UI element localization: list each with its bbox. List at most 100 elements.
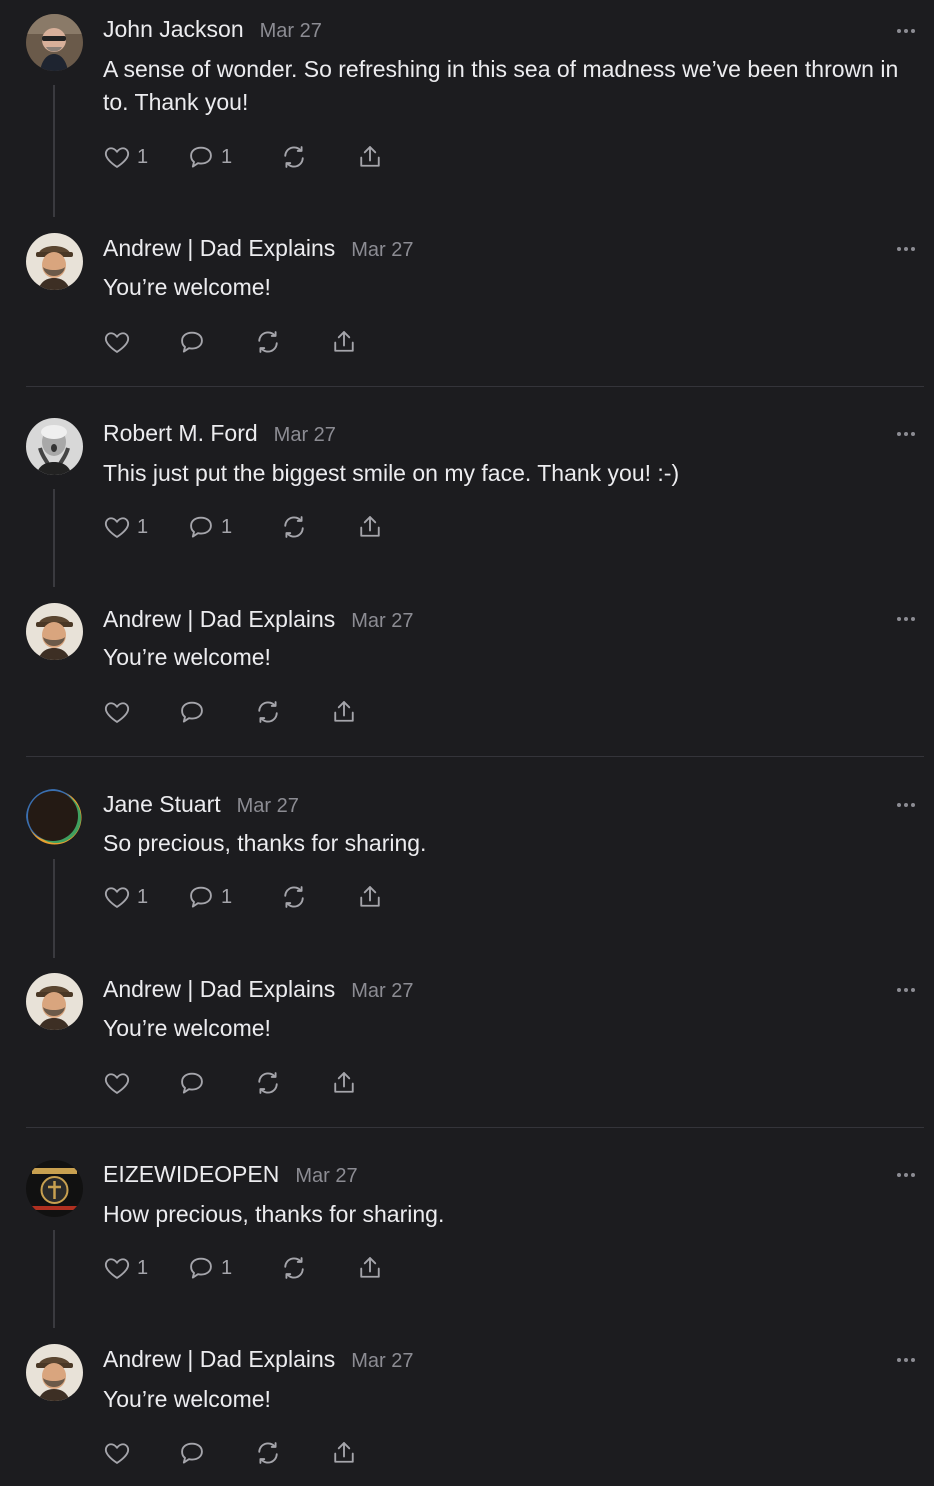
restack-button[interactable]	[280, 512, 308, 542]
avatar[interactable]	[26, 418, 83, 475]
more-icon[interactable]	[894, 1355, 918, 1365]
comment-date[interactable]: Mar 27	[295, 1165, 357, 1188]
avatar[interactable]	[26, 14, 83, 71]
like-count: 1	[137, 145, 149, 168]
share-button[interactable]	[330, 327, 358, 357]
author-name[interactable]: Andrew | Dad Explains	[103, 606, 335, 633]
reply-button[interactable]: 1	[187, 142, 232, 172]
thread-line	[53, 489, 55, 587]
share-icon	[330, 328, 358, 356]
more-icon[interactable]	[894, 26, 918, 36]
restack-icon	[280, 883, 308, 911]
share-icon	[330, 1069, 358, 1097]
avatar[interactable]	[26, 973, 83, 1030]
comment-date[interactable]: Mar 27	[237, 795, 299, 818]
share-button[interactable]	[330, 1068, 358, 1098]
comment-icon	[178, 1439, 206, 1467]
share-icon	[356, 1254, 384, 1282]
author-name[interactable]: John Jackson	[103, 16, 244, 43]
restack-button[interactable]	[280, 142, 308, 172]
author-name[interactable]: EIZEWIDEOPEN	[103, 1161, 279, 1188]
thread-line	[53, 85, 55, 217]
restack-button[interactable]	[280, 882, 308, 912]
like-button[interactable]: 1	[103, 882, 148, 912]
share-button[interactable]	[356, 882, 384, 912]
share-icon	[356, 513, 384, 541]
avatar[interactable]	[26, 1160, 83, 1217]
more-icon[interactable]	[894, 614, 918, 624]
share-icon	[356, 143, 384, 171]
reply-count: 1	[221, 885, 233, 908]
comment-date[interactable]: Mar 27	[351, 1350, 413, 1373]
like-button[interactable]	[103, 1438, 131, 1468]
share-icon	[330, 1439, 358, 1467]
more-icon[interactable]	[894, 429, 918, 439]
heart-icon	[103, 698, 131, 726]
thread-divider	[26, 756, 924, 757]
reply-button[interactable]: 1	[187, 1253, 232, 1283]
reply-button[interactable]: 1	[187, 882, 232, 912]
reply-button[interactable]	[178, 1068, 206, 1098]
thread-line	[53, 859, 55, 958]
share-button[interactable]	[356, 1253, 384, 1283]
avatar[interactable]	[26, 233, 83, 290]
comment-text: You’re welcome!	[103, 1386, 271, 1412]
comment-date[interactable]: Mar 27	[260, 20, 322, 43]
comment-date[interactable]: Mar 27	[351, 610, 413, 633]
thread-divider	[26, 386, 924, 387]
avatar[interactable]	[26, 603, 83, 660]
comment-text: So precious, thanks for sharing.	[103, 830, 427, 856]
restack-button[interactable]	[254, 1438, 282, 1468]
comment-icon	[178, 698, 206, 726]
author-name[interactable]: Andrew | Dad Explains	[103, 976, 335, 1003]
thread-divider	[26, 1127, 924, 1128]
like-button[interactable]: 1	[103, 512, 148, 542]
restack-icon	[254, 328, 282, 356]
like-count: 1	[137, 515, 149, 538]
reply-button[interactable]	[178, 327, 206, 357]
comment-date[interactable]: Mar 27	[274, 424, 336, 447]
restack-icon	[254, 1069, 282, 1097]
more-icon[interactable]	[894, 1170, 918, 1180]
restack-button[interactable]	[254, 1068, 282, 1098]
like-button[interactable]	[103, 327, 131, 357]
restack-button[interactable]	[254, 327, 282, 357]
restack-icon	[280, 513, 308, 541]
more-icon[interactable]	[894, 800, 918, 810]
share-icon	[356, 883, 384, 911]
share-button[interactable]	[330, 697, 358, 727]
share-button[interactable]	[356, 142, 384, 172]
like-button[interactable]	[103, 697, 131, 727]
heart-icon	[103, 143, 131, 171]
like-button[interactable]: 1	[103, 1253, 148, 1283]
restack-button[interactable]	[254, 697, 282, 727]
author-name[interactable]: Robert M. Ford	[103, 420, 258, 447]
comment-text: How precious, thanks for sharing.	[103, 1201, 445, 1227]
heart-icon	[103, 883, 131, 911]
like-button[interactable]	[103, 1068, 131, 1098]
heart-icon	[103, 328, 131, 356]
comment-text: You’re welcome!	[103, 1015, 271, 1041]
thread-line	[53, 1230, 55, 1328]
share-button[interactable]	[356, 512, 384, 542]
avatar[interactable]	[26, 789, 83, 846]
reply-button[interactable]	[178, 1438, 206, 1468]
reply-button[interactable]: 1	[187, 512, 232, 542]
like-button[interactable]: 1	[103, 142, 148, 172]
author-name[interactable]: Jane Stuart	[103, 791, 221, 818]
author-name[interactable]: Andrew | Dad Explains	[103, 1346, 335, 1373]
comment-date[interactable]: Mar 27	[351, 239, 413, 262]
comment-text: A sense of wonder. So refreshing in this…	[103, 56, 899, 115]
restack-icon	[280, 143, 308, 171]
avatar[interactable]	[26, 1344, 83, 1401]
more-icon[interactable]	[894, 985, 918, 995]
more-icon[interactable]	[894, 244, 918, 254]
comment-icon	[178, 328, 206, 356]
share-button[interactable]	[330, 1438, 358, 1468]
comment-date[interactable]: Mar 27	[351, 980, 413, 1003]
comment-text: This just put the biggest smile on my fa…	[103, 460, 680, 486]
heart-icon	[103, 1069, 131, 1097]
author-name[interactable]: Andrew | Dad Explains	[103, 235, 335, 262]
restack-button[interactable]	[280, 1253, 308, 1283]
reply-button[interactable]	[178, 697, 206, 727]
